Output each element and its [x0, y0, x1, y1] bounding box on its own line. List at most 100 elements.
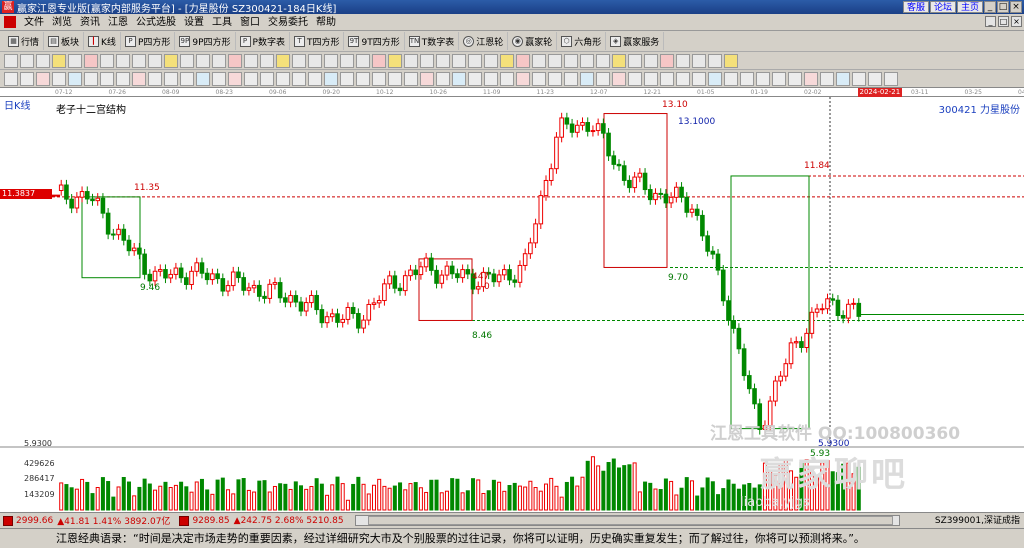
- tool-icon[interactable]: [36, 53, 50, 68]
- scroll-thumb[interactable]: [368, 516, 893, 525]
- mdi-restore-button[interactable]: □: [998, 16, 1009, 27]
- toolbar-p-square-button[interactable]: P P四方形: [121, 32, 176, 50]
- gann-tool-icon[interactable]: [292, 71, 306, 86]
- tool-icon[interactable]: [212, 53, 226, 68]
- tool-icon[interactable]: [644, 53, 658, 68]
- gann-tool-icon[interactable]: [804, 71, 818, 86]
- toolbar-9t-square-button[interactable]: 9T 9T四方形: [344, 32, 405, 50]
- gann-tool-icon[interactable]: [4, 71, 18, 86]
- gann-tool-icon[interactable]: [836, 71, 850, 86]
- maximize-button[interactable]: □: [997, 1, 1009, 13]
- tool-icon[interactable]: [340, 53, 354, 68]
- toolbar-t-table-button[interactable]: TN T数字表: [405, 32, 460, 50]
- gann-tool-icon[interactable]: [788, 71, 802, 86]
- tool-icon[interactable]: [692, 53, 706, 68]
- menu-settings[interactable]: 设置: [180, 14, 208, 31]
- tool-icon[interactable]: [628, 53, 642, 68]
- tool-icon[interactable]: [52, 53, 66, 68]
- gann-tool-icon[interactable]: [276, 71, 290, 86]
- gann-tool-icon[interactable]: [452, 71, 466, 86]
- toolbar-gann-wheel-button[interactable]: ◎ 江恩轮: [459, 32, 509, 50]
- tool-icon[interactable]: [420, 53, 434, 68]
- tool-icon[interactable]: [500, 53, 514, 68]
- tool-icon[interactable]: [276, 53, 290, 68]
- toolbar-quotes-button[interactable]: ▦ 行情: [4, 32, 45, 50]
- menu-window[interactable]: 窗口: [236, 14, 264, 31]
- gann-tool-icon[interactable]: [116, 71, 130, 86]
- tool-icon[interactable]: [516, 53, 530, 68]
- gann-tool-icon[interactable]: [52, 71, 66, 86]
- horizontal-scrollbar[interactable]: [355, 515, 900, 526]
- toolbar-hexagon-button[interactable]: ⬡ 六角形: [557, 32, 607, 50]
- tool-icon[interactable]: [548, 53, 562, 68]
- gann-tool-icon[interactable]: [212, 71, 226, 86]
- tool-icon[interactable]: [148, 53, 162, 68]
- gann-tool-icon[interactable]: [132, 71, 146, 86]
- toolbar-9p-square-button[interactable]: 9P 9P四方形: [175, 32, 236, 50]
- gann-tool-icon[interactable]: [660, 71, 674, 86]
- gann-tool-icon[interactable]: [228, 71, 242, 86]
- gann-tool-icon[interactable]: [436, 71, 450, 86]
- gann-tool-icon[interactable]: [180, 71, 194, 86]
- tool-icon[interactable]: [660, 53, 674, 68]
- gann-tool-icon[interactable]: [196, 71, 210, 86]
- toolbar-winner-wheel-button[interactable]: ◉ 赢家轮: [508, 32, 558, 50]
- toolbar-kline-button[interactable]: ┃ K线: [84, 32, 121, 50]
- menu-tools[interactable]: 工具: [208, 14, 236, 31]
- tool-icon[interactable]: [404, 53, 418, 68]
- tool-icon[interactable]: [612, 53, 626, 68]
- tool-icon[interactable]: [196, 53, 210, 68]
- tool-icon[interactable]: [100, 53, 114, 68]
- toolbar-service-button[interactable]: ◈ 赢家服务: [606, 32, 665, 50]
- gann-tool-icon[interactable]: [580, 71, 594, 86]
- gann-tool-icon[interactable]: [772, 71, 786, 86]
- gann-tool-icon[interactable]: [244, 71, 258, 86]
- menu-browse[interactable]: 浏览: [48, 14, 76, 31]
- tool-icon[interactable]: [372, 53, 386, 68]
- gann-tool-icon[interactable]: [324, 71, 338, 86]
- gann-tool-icon[interactable]: [500, 71, 514, 86]
- tool-icon[interactable]: [132, 53, 146, 68]
- tool-icon[interactable]: [580, 53, 594, 68]
- tool-icon[interactable]: [324, 53, 338, 68]
- tool-icon[interactable]: [228, 53, 242, 68]
- gann-tool-icon[interactable]: [516, 71, 530, 86]
- mdi-minimize-button[interactable]: _: [985, 16, 996, 27]
- menu-help[interactable]: 帮助: [312, 14, 340, 31]
- gann-tool-icon[interactable]: [852, 71, 866, 86]
- gann-tool-icon[interactable]: [420, 71, 434, 86]
- menu-gann[interactable]: 江恩: [104, 14, 132, 31]
- tool-icon[interactable]: [356, 53, 370, 68]
- toolbar-p-table-button[interactable]: P P数字表: [236, 32, 290, 50]
- gann-tool-icon[interactable]: [756, 71, 770, 86]
- gann-tool-icon[interactable]: [596, 71, 610, 86]
- minimize-button[interactable]: _: [984, 1, 996, 13]
- gann-tool-icon[interactable]: [148, 71, 162, 86]
- gann-tool-icon[interactable]: [164, 71, 178, 86]
- gann-tool-icon[interactable]: [884, 71, 898, 86]
- gann-tool-icon[interactable]: [692, 71, 706, 86]
- gann-tool-icon[interactable]: [532, 71, 546, 86]
- gann-tool-icon[interactable]: [36, 71, 50, 86]
- mdi-close-button[interactable]: ×: [1011, 16, 1022, 27]
- tool-icon[interactable]: [244, 53, 258, 68]
- gann-tool-icon[interactable]: [740, 71, 754, 86]
- gann-tool-icon[interactable]: [612, 71, 626, 86]
- gann-tool-icon[interactable]: [356, 71, 370, 86]
- gann-tool-icon[interactable]: [84, 71, 98, 86]
- gann-tool-icon[interactable]: [484, 71, 498, 86]
- gann-tool-icon[interactable]: [372, 71, 386, 86]
- kline-chart[interactable]: 日K线 老子十二宫结构 300421 力星股份 11.3837 11.35 9.…: [0, 97, 1024, 512]
- close-button[interactable]: ×: [1010, 1, 1022, 13]
- gann-tool-icon[interactable]: [404, 71, 418, 86]
- tool-icon[interactable]: [388, 53, 402, 68]
- tool-icon[interactable]: [68, 53, 82, 68]
- gann-tool-icon[interactable]: [468, 71, 482, 86]
- tool-icon[interactable]: [4, 53, 18, 68]
- menu-formula-select[interactable]: 公式选股: [132, 14, 180, 31]
- gann-tool-icon[interactable]: [564, 71, 578, 86]
- gann-tool-icon[interactable]: [68, 71, 82, 86]
- gann-tool-icon[interactable]: [100, 71, 114, 86]
- tool-icon[interactable]: [724, 53, 738, 68]
- tool-icon[interactable]: [116, 53, 130, 68]
